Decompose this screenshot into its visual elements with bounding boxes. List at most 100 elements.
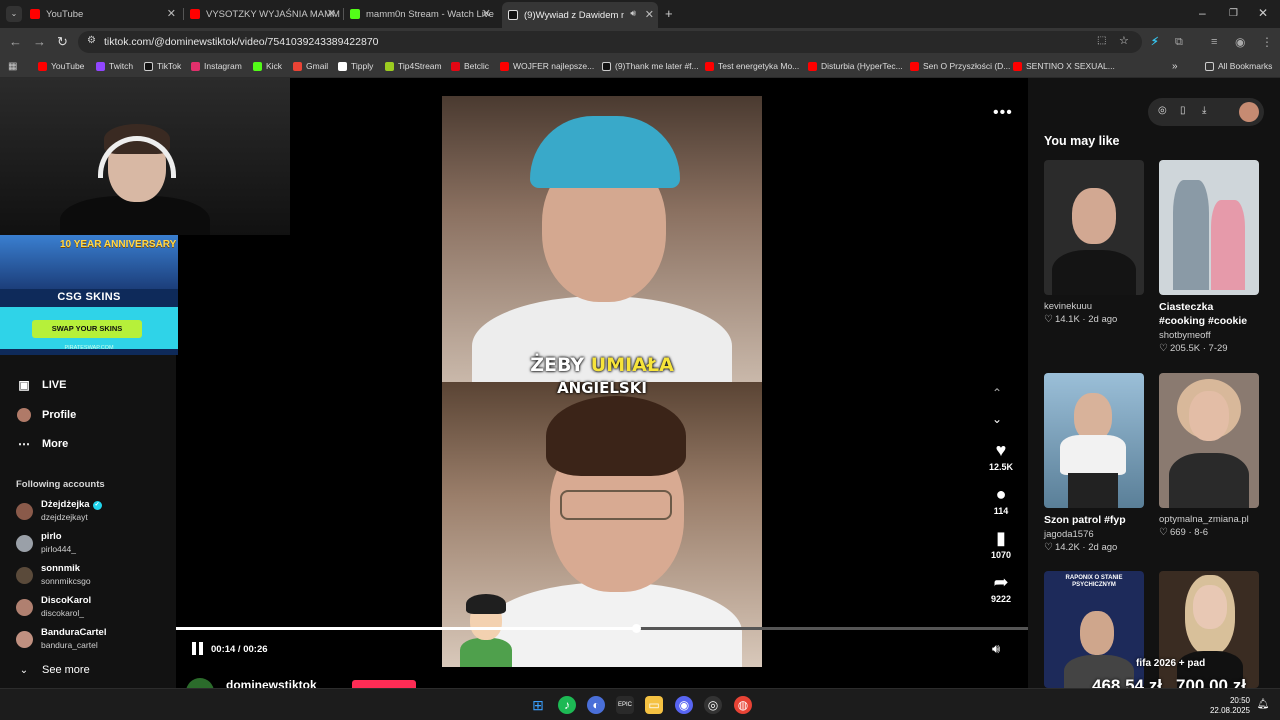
spotify-icon[interactable]: ♪	[558, 696, 576, 714]
progress-handle[interactable]	[632, 624, 642, 633]
address-bar[interactable]: ⚙︎ tiktok.com/@dominewstiktok/video/7541…	[78, 31, 1142, 53]
bookmark-betclic[interactable]: Betclic	[451, 61, 489, 71]
download-icon[interactable]: ⤓	[1202, 105, 1206, 116]
media-icon[interactable]: ≡	[1211, 35, 1217, 49]
system-clock[interactable]: 20:50 22.08.2025	[1198, 696, 1250, 716]
chrome-icon[interactable]: ◍	[734, 696, 752, 714]
video-thumbnail[interactable]	[1159, 373, 1259, 508]
sidebar-item-more[interactable]: ⋯ More	[16, 436, 68, 452]
tab-search-icon[interactable]: ⌄	[6, 6, 22, 22]
bookmark-star-icon[interactable]: ☆	[1119, 34, 1129, 47]
discord-icon[interactable]: ◉	[675, 696, 693, 714]
recommended-video-card[interactable]: Ciasteczka #cooking #cookie #dlaciebie..…	[1159, 160, 1259, 354]
device-icon[interactable]: ▯	[1180, 105, 1186, 116]
video-thumbnail[interactable]	[1044, 160, 1144, 295]
following-accounts-title: Following accounts	[16, 479, 105, 490]
bookmark-sentino[interactable]: SENTINO X SEXUAL...	[1013, 61, 1115, 71]
autoscroll-icon[interactable]: ◎	[1158, 105, 1167, 116]
see-more-button[interactable]: ⌄ See more	[16, 662, 90, 678]
all-bookmarks[interactable]: All Bookmarks	[1205, 61, 1272, 71]
forward-icon[interactable]: →	[33, 35, 46, 49]
recommendations-panel: ◎ ▯ ⤓ You may like kevinekuuu ♡ 14.1K · 2…	[1028, 78, 1280, 688]
new-tab-button[interactable]: +	[665, 6, 673, 21]
extension-icon[interactable]: ⚡︎	[1151, 35, 1159, 49]
following-account[interactable]: DiscoKarol discokarol_	[16, 594, 166, 622]
recommended-video-card[interactable]: optymalna_zmiana.pl ♡ 669 · 8-6	[1159, 373, 1259, 538]
back-icon[interactable]: ←	[9, 35, 22, 49]
cartoon-hair	[466, 594, 506, 614]
windows-start-icon[interactable]: ⊞	[529, 696, 547, 714]
volume-icon[interactable]: 🔊︎	[992, 641, 1000, 657]
tab-tiktok-active[interactable]: (9)Wywiad z Dawidem na k 🔊︎ ✕	[502, 2, 658, 28]
tab-kick-stream[interactable]: mamm0n Stream - Watch Live ✕	[350, 4, 495, 24]
site-info-icon[interactable]: ⚙︎	[87, 35, 96, 46]
folder-icon	[1205, 61, 1214, 71]
puzzle-icon[interactable]: ⧉	[1175, 35, 1183, 49]
chevron-down-icon[interactable]: ⌄	[992, 412, 1002, 426]
close-tab-icon[interactable]: ✕	[167, 7, 176, 20]
bookmark-test-energetyka[interactable]: Test energetyka Mo...	[705, 61, 799, 71]
obs-icon[interactable]: ◎	[704, 696, 722, 714]
chevron-up-icon[interactable]: ⌃	[992, 386, 1002, 400]
following-account[interactable]: BanduraCartel bandura_cartel	[16, 626, 166, 654]
close-tab-icon[interactable]: ✕	[645, 8, 654, 21]
minimize-icon[interactable]: –	[1199, 6, 1206, 20]
recommended-video-card[interactable]: Szon patrol #fyp jagoda1576 ♡ 14.2K · 2d …	[1044, 373, 1144, 553]
bookmark-sen-o-przyszlosci[interactable]: Sen O Przyszłości (D...	[910, 61, 1010, 71]
close-tab-icon[interactable]: ✕	[327, 7, 336, 20]
epic-games-icon[interactable]: EPIC	[616, 696, 634, 714]
video-frame[interactable]: ŻEBY UMIAŁA ANGIELSKI	[442, 96, 762, 667]
comment-icon[interactable]: ●	[986, 484, 1016, 504]
following-account[interactable]: sonnmik sonnmikcsgo	[16, 562, 166, 590]
reload-icon[interactable]: ↻	[57, 35, 68, 49]
bookmark-gmail[interactable]: Gmail	[293, 61, 328, 71]
bookmark-tiktok[interactable]: TikTok	[144, 61, 181, 71]
video-thumbnail[interactable]	[1159, 160, 1259, 295]
progress-fill	[176, 627, 637, 630]
restore-icon[interactable]: ❐	[1229, 8, 1238, 19]
bookmark-twitch[interactable]: Twitch	[96, 61, 133, 71]
browser-app-icon[interactable]: ◐	[587, 696, 605, 714]
progress-bar[interactable]	[176, 624, 1028, 633]
save-action[interactable]: ▮ 1070	[986, 528, 1016, 560]
tab-title: (9)Wywiad z Dawidem na k	[524, 9, 624, 21]
audio-icon[interactable]: 🔊︎	[630, 8, 636, 19]
more-options-icon[interactable]: •••	[993, 104, 1013, 122]
bookmark-tipply[interactable]: Tipply	[338, 61, 373, 71]
video-player[interactable]: ŻEBY UMIAŁA ANGIELSKI ••• ⌃ ⌄ ♥ 12.5K ● …	[176, 78, 1028, 690]
bookmark-youtube[interactable]: YouTube	[38, 61, 84, 71]
tiktok-icon	[602, 61, 611, 71]
bookmarks-overflow-icon[interactable]: »	[1172, 61, 1178, 72]
user-avatar[interactable]	[1239, 102, 1259, 122]
bookmark-instagram[interactable]: Instagram	[191, 61, 242, 71]
bookmark-disturbia[interactable]: Disturbia (HyperTec...	[808, 61, 903, 71]
sidebar-item-profile[interactable]: Profile	[16, 407, 76, 423]
bookmark-tip4stream[interactable]: Tip4Stream	[385, 61, 442, 71]
tab-vysotzky[interactable]: VYSOTZKY WYJAŚNIA MAMMO ✕	[190, 4, 340, 24]
bookmark-icon[interactable]: ▮	[986, 528, 1016, 548]
install-app-icon[interactable]: ⬚	[1097, 35, 1106, 46]
profile-icon[interactable]: ◉	[1235, 35, 1245, 49]
share-action[interactable]: ➦ 9222	[986, 572, 1016, 604]
bookmark-kick[interactable]: Kick	[253, 61, 282, 71]
video-thumbnail[interactable]	[1044, 373, 1144, 508]
close-window-icon[interactable]: ✕	[1258, 6, 1268, 20]
glasses	[560, 490, 672, 520]
menu-icon[interactable]: ⋮	[1261, 35, 1273, 49]
tab-youtube[interactable]: YouTube ✕	[30, 4, 180, 24]
bookmark-wojfer[interactable]: WOJFER najlepsze...	[500, 61, 594, 71]
file-explorer-icon[interactable]: ▭	[645, 696, 663, 714]
sidebar-item-live[interactable]: ▣ LIVE	[16, 377, 66, 393]
following-account[interactable]: Dżejdżejka ✓ dzejdzejkayt	[16, 498, 166, 526]
bookmark-thank-me-later[interactable]: (9)Thank me later #f...	[602, 61, 699, 71]
following-account[interactable]: pirlo pirlo444_	[16, 530, 166, 558]
heart-icon[interactable]: ♥	[986, 440, 1016, 460]
notification-icon[interactable]: 🔔︎	[1254, 696, 1272, 714]
close-tab-icon[interactable]: ✕	[482, 7, 491, 20]
like-action[interactable]: ♥ 12.5K	[986, 440, 1016, 472]
recommended-video-card[interactable]: kevinekuuu ♡ 14.1K · 2d ago	[1044, 160, 1144, 325]
comment-action[interactable]: ● 114	[986, 484, 1016, 516]
share-icon[interactable]: ➦	[986, 572, 1016, 592]
apps-icon[interactable]: ▦	[8, 61, 17, 72]
pause-button[interactable]	[192, 642, 204, 655]
